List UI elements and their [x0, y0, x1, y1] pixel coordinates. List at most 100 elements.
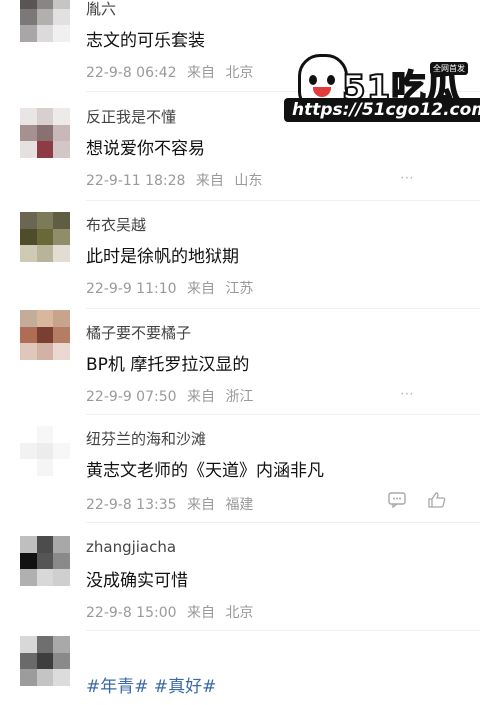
- avatar[interactable]: [20, 108, 70, 158]
- avatar-pixel: [53, 0, 70, 9]
- avatar-pixel: [36, 108, 54, 125]
- avatar-pixel: [20, 310, 37, 327]
- avatar-pixel: [53, 108, 70, 125]
- avatar-pixel: [20, 0, 37, 9]
- avatar-pixel: [36, 636, 54, 653]
- comment-text: 志文的可乐套装: [86, 31, 205, 51]
- comment-username[interactable]: 布衣吴越: [86, 214, 146, 235]
- avatar-pixel: [53, 8, 70, 26]
- avatar-pixel: [20, 636, 37, 653]
- comment-text: 黄志文老师的《天道》内涵非凡: [86, 461, 324, 481]
- avatar-pixel: [36, 310, 54, 327]
- comment-location: 浙江: [225, 389, 254, 405]
- avatar-pixel: [36, 124, 54, 142]
- comment-location: 江苏: [225, 281, 254, 297]
- avatar-pixel: [36, 652, 54, 670]
- avatar-pixel: [20, 442, 37, 460]
- comment-text: 想说爱你不容易: [86, 139, 205, 159]
- comment-location: 北京: [225, 605, 254, 621]
- avatar-pixel: [53, 636, 70, 653]
- more-icon[interactable]: ⋯: [400, 170, 414, 186]
- avatar-pixel: [53, 245, 70, 262]
- thumb-up-icon[interactable]: [428, 492, 446, 512]
- comment-meta: 22-9-11 18:28 来自 山东: [86, 170, 262, 190]
- avatar-pixel: [20, 569, 37, 586]
- avatar-pixel: [53, 459, 70, 476]
- avatar-pixel: [20, 8, 37, 26]
- avatar-pixel: [36, 459, 54, 476]
- comment-meta: 22-9-8 15:00 来自 北京: [86, 602, 253, 622]
- avatar-pixel: [20, 326, 37, 344]
- comment-username[interactable]: 橘子要不要橘子: [86, 322, 191, 343]
- comment-item[interactable]: 橘子要不要橘子 BP机 摩托罗拉汉显的 22-9-9 07:50 来自 浙江 ⋯: [0, 306, 480, 416]
- comment-meta: 22-9-8 13:35 来自 福建: [86, 494, 253, 514]
- avatar-pixel: [53, 212, 70, 229]
- comment-date: 22-9-9 07:50: [86, 389, 177, 405]
- comment-icon[interactable]: [388, 492, 406, 512]
- more-icon[interactable]: ⋯: [400, 386, 414, 402]
- avatar-pixel: [36, 552, 54, 570]
- comment-meta: 22-9-8 06:42 来自 北京: [86, 62, 253, 82]
- comment-date: 22-9-9 11:10: [86, 281, 177, 297]
- avatar-pixel: [20, 245, 37, 262]
- avatar-pixel: [20, 228, 37, 246]
- watermark-badge: 全网首发: [430, 62, 468, 75]
- avatar-pixel: [53, 141, 70, 158]
- avatar[interactable]: [20, 0, 70, 42]
- comment-username[interactable]: 胤六: [86, 0, 116, 19]
- comment-from-label: 来自: [186, 65, 215, 81]
- avatar-pixel: [53, 552, 70, 570]
- avatar-pixel: [20, 212, 37, 229]
- comment-item[interactable]: 纽芬兰的海和沙滩 黄志文老师的《天道》内涵非凡 22-9-8 13:35 来自 …: [0, 414, 480, 524]
- avatar-pixel: [53, 25, 70, 42]
- comment-text: BP机 摩托罗拉汉显的: [86, 355, 250, 375]
- avatar-pixel: [53, 669, 70, 686]
- avatar[interactable]: [20, 310, 70, 360]
- avatar-pixel: [20, 459, 37, 476]
- avatar-pixel: [53, 228, 70, 246]
- comment-date: 22-9-11 18:28: [86, 173, 186, 189]
- avatar-pixel: [53, 124, 70, 142]
- comment-item[interactable]: 反正我是不懂 想说爱你不容易 22-9-11 18:28 来自 山东 ⋯: [0, 92, 480, 202]
- avatar-pixel: [36, 228, 54, 246]
- avatar-pixel: [53, 343, 70, 360]
- avatar[interactable]: [20, 536, 70, 586]
- avatar-pixel: [53, 569, 70, 586]
- comment-username[interactable]: 纽芬兰的海和沙滩: [86, 428, 206, 449]
- avatar-pixel: [53, 310, 70, 327]
- comment-item[interactable]: zhangjiacha 没成确实可惜 22-9-8 15:00 来自 北京: [0, 522, 480, 632]
- avatar-pixel: [53, 326, 70, 344]
- avatar-pixel: [53, 652, 70, 670]
- comment-username[interactable]: 反正我是不懂: [86, 106, 176, 127]
- avatar-pixel: [36, 426, 54, 443]
- comment-meta: 22-9-9 07:50 来自 浙江: [86, 386, 253, 406]
- avatar-pixel: [20, 426, 37, 443]
- comment-item[interactable]: #年青# #真好#: [0, 630, 480, 705]
- avatar-pixel: [20, 669, 37, 686]
- avatar-pixel: [36, 212, 54, 229]
- avatar[interactable]: [20, 426, 70, 476]
- avatar-pixel: [20, 25, 37, 42]
- comment-item[interactable]: 布衣吴越 此时是徐帆的地狱期 22-9-9 11:10 来自 江苏: [0, 200, 480, 310]
- comment-text: 没成确实可惜: [86, 571, 188, 591]
- comment-username[interactable]: zhangjiacha: [86, 538, 176, 556]
- comment-from-label: 来自: [186, 605, 215, 621]
- avatar-pixel: [36, 669, 54, 686]
- comment-location: 山东: [234, 173, 263, 189]
- avatar-pixel: [53, 426, 70, 443]
- comment-location: 北京: [225, 65, 254, 81]
- avatar-pixel: [20, 652, 37, 670]
- comment-from-label: 来自: [186, 497, 215, 513]
- avatar-pixel: [36, 442, 54, 460]
- avatar-pixel: [36, 141, 54, 158]
- avatar-pixel: [36, 25, 54, 42]
- hashtag-text[interactable]: #年青# #真好#: [86, 672, 216, 697]
- avatar-pixel: [53, 442, 70, 460]
- avatar[interactable]: [20, 636, 70, 686]
- comment-date: 22-9-8 15:00: [86, 605, 177, 621]
- avatar[interactable]: [20, 212, 70, 262]
- avatar-pixel: [36, 536, 54, 553]
- avatar-pixel: [36, 8, 54, 26]
- comment-meta: 22-9-9 11:10 来自 江苏: [86, 278, 253, 298]
- avatar-pixel: [36, 0, 54, 9]
